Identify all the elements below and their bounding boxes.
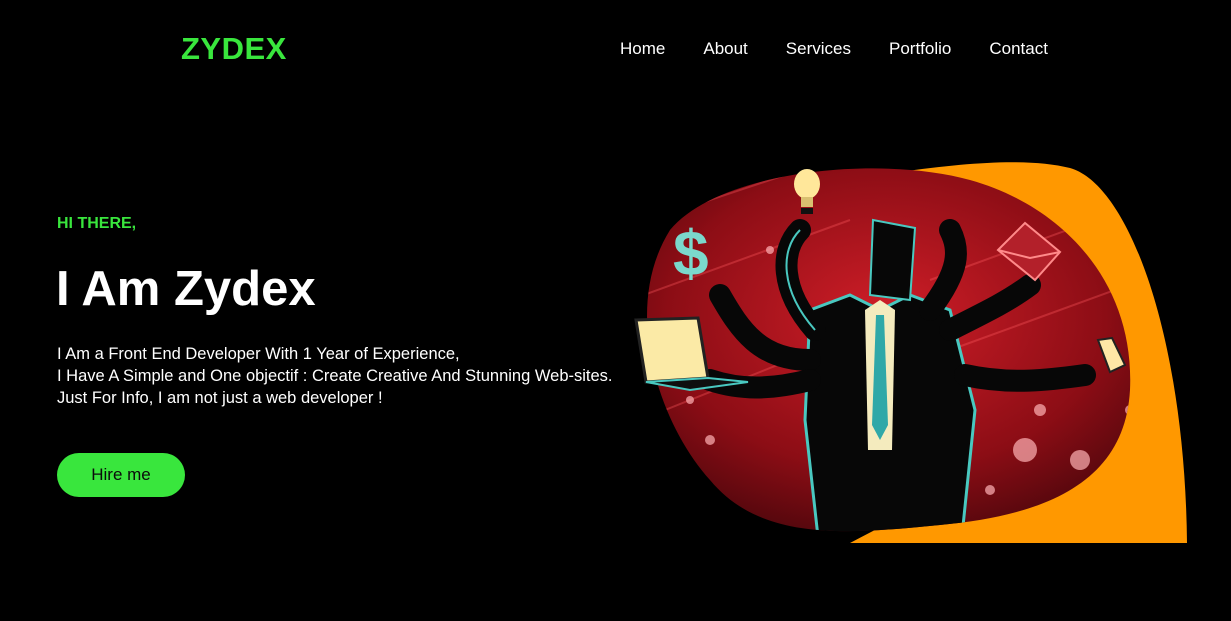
hero-title: I Am Zydex [56,262,316,316]
nav-services[interactable]: Services [786,38,851,60]
main-nav: Home About Services Portfolio Contact [620,38,1048,60]
bio-line: I Have A Simple and One objectif : Creat… [57,367,613,385]
hero-bio: I Am a Front End Developer With 1 Year o… [57,343,627,409]
svg-text:$: $ [673,217,709,289]
page: ZYDEX Home About Services Portfolio Cont… [0,0,1231,621]
bio-line: I Am a Front End Developer With 1 Year o… [57,345,460,363]
dollar-icon: $ [673,217,709,289]
hero-greeting: HI THERE, [57,215,137,232]
site-logo[interactable]: ZYDEX [181,31,287,67]
hero-illustration: $ [634,162,1187,543]
bio-line: Just For Info, I am not just a web devel… [57,389,383,407]
nav-about[interactable]: About [703,38,747,60]
hire-me-button[interactable]: Hire me [57,453,185,497]
nav-portfolio[interactable]: Portfolio [889,38,951,60]
nav-home[interactable]: Home [620,38,665,60]
nav-contact[interactable]: Contact [989,38,1048,60]
